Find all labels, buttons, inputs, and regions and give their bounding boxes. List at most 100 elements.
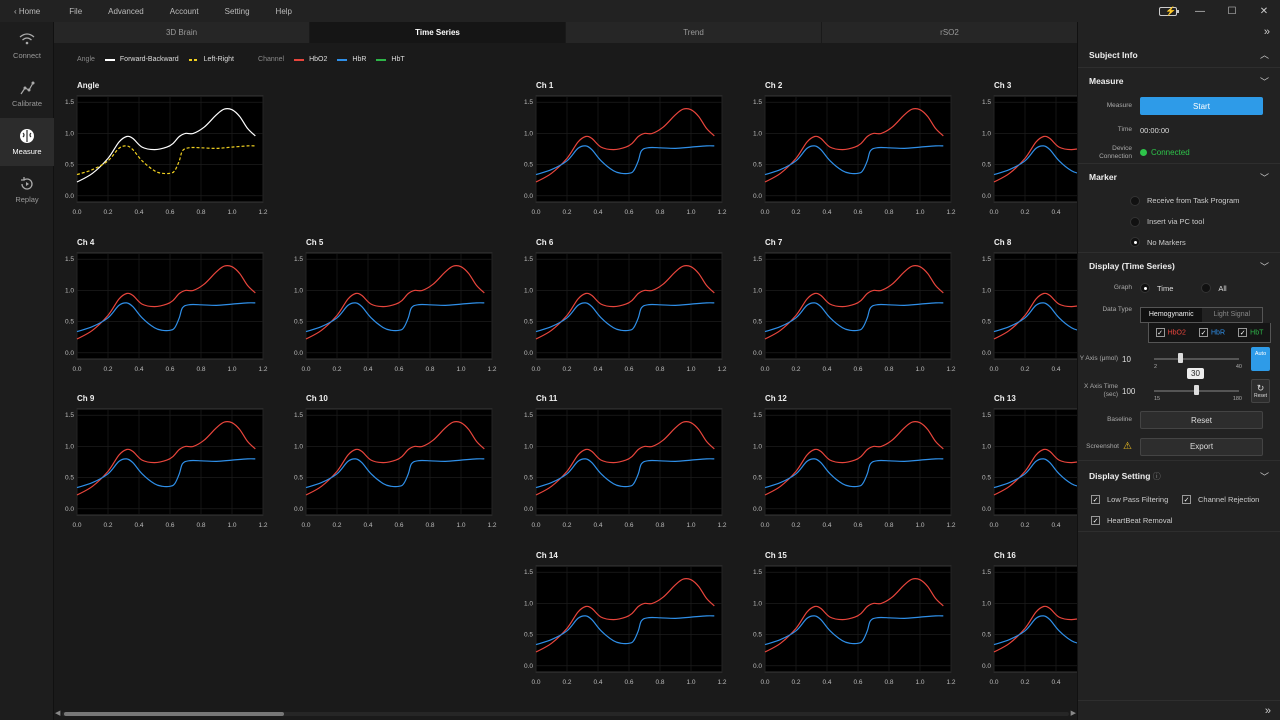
collapse-panel-icon[interactable]: » [1264, 26, 1270, 38]
xaxis-slider[interactable]: 15 180 [1148, 382, 1245, 402]
check-hbo2[interactable]: ✓ HbO2 [1155, 328, 1186, 337]
x-tick-label: 0.2 [332, 366, 341, 373]
chart-ch-15: Ch 15 0.0 0.2 0.4 0.6 0.8 1.0 1.2 0.0 0.5 1.0 1.5 [753, 551, 956, 686]
nav-connect[interactable]: Connect [0, 22, 54, 70]
y-tick-label: 1.5 [753, 569, 762, 576]
radio-graph-all[interactable] [1201, 283, 1212, 293]
x-tick-label: 1.0 [686, 522, 695, 529]
expand-panel-icon[interactable]: » [1265, 705, 1271, 717]
x-tick-label: 0.0 [760, 366, 769, 373]
xaxis-max: 180 [1232, 396, 1242, 402]
x-tick-label: 1.2 [487, 522, 496, 529]
minimize-button[interactable]: — [1184, 0, 1216, 22]
x-tick-label: 0.2 [562, 366, 571, 373]
check-heartbeat-removal[interactable]: ✓ HeartBeat Removal [1091, 516, 1172, 525]
section-subject-info[interactable]: Subject Info ︿ [1078, 42, 1280, 68]
check-channel-rejection[interactable]: ✓ Channel Rejection [1182, 495, 1259, 504]
scroll-thumb[interactable] [64, 712, 284, 716]
x-tick-label: 0.4 [1051, 522, 1060, 529]
check-hbt[interactable]: ✓ HbT [1238, 328, 1263, 337]
check-low-pass[interactable]: ✓ Low Pass Filtering [1091, 495, 1182, 504]
legend-forward-backward-label: Forward-Backward [119, 56, 179, 63]
reset-icon: ↻ [1256, 383, 1265, 393]
baseline-reset-button[interactable]: Reset [1140, 411, 1263, 429]
export-button[interactable]: Export [1140, 437, 1263, 456]
x-tick-label: 0.8 [196, 522, 205, 529]
x-tick-label: 0.2 [562, 522, 571, 529]
yaxis-slider[interactable]: 2 40 [1148, 350, 1245, 370]
x-tick-label: 0.4 [134, 522, 143, 529]
y-tick-label: 1.5 [65, 256, 74, 263]
radio-receive-task[interactable] [1130, 195, 1140, 206]
y-tick-label: 0.5 [753, 319, 762, 326]
x-tick-label: 0.0 [72, 522, 81, 529]
tab-3d-brain[interactable]: 3D Brain [54, 22, 310, 43]
check-low-pass-label: Low Pass Filtering [1107, 495, 1169, 504]
radio-no-markers[interactable] [1130, 237, 1140, 247]
y-tick-label: 1.0 [294, 287, 303, 294]
y-tick-label: 0.0 [65, 350, 74, 357]
x-tick-label: 0.8 [425, 522, 434, 529]
x-tick-label: 1.0 [915, 366, 924, 373]
marker-option-pc[interactable]: Insert via PC tool [1078, 211, 1280, 232]
y-tick-label: 1.0 [65, 443, 74, 450]
y-tick-label: 1.5 [65, 99, 74, 106]
section-display-time-series[interactable]: Display (Time Series) ﹀ [1078, 253, 1280, 279]
nav-calibrate[interactable]: Calibrate [0, 70, 54, 118]
x-tick-label: 1.2 [258, 209, 267, 216]
yaxis-slider-knob[interactable] [1178, 353, 1183, 363]
menu-setting[interactable]: Setting [212, 7, 263, 16]
close-button[interactable]: ✕ [1248, 0, 1280, 22]
maximize-button[interactable]: ☐ [1216, 0, 1248, 22]
nav-measure[interactable]: Measure [0, 118, 54, 166]
radio-insert-pc[interactable] [1130, 216, 1140, 227]
scroll-left-arrow-icon[interactable]: ◀ [55, 709, 60, 717]
chart-title: Ch 11 [536, 394, 558, 403]
x-tick-label: 0.6 [853, 209, 862, 216]
horizontal-scrollbar[interactable]: ◀ ▶ [54, 708, 1077, 720]
marker-option-none[interactable]: No Markers [1078, 232, 1280, 253]
wifi-icon [19, 32, 35, 48]
x-tick-label: 0.8 [655, 522, 664, 529]
start-button[interactable]: Start [1140, 97, 1263, 115]
x-tick-label: 0.0 [989, 366, 998, 373]
menu-account[interactable]: Account [157, 7, 212, 16]
xaxis-value: 100 [1122, 386, 1136, 396]
y-tick-label: 1.0 [524, 130, 533, 137]
menu-help[interactable]: Help [263, 7, 305, 16]
menu-advanced[interactable]: Advanced [95, 7, 157, 16]
tab-trend[interactable]: Trend [566, 22, 822, 43]
x-tick-label: 0.2 [103, 522, 112, 529]
radio-graph-time[interactable] [1140, 283, 1150, 293]
marker-option-task-label: Receive from Task Program [1147, 196, 1240, 205]
auto-button[interactable]: Auto [1251, 347, 1270, 371]
x-tick-label: 0.4 [822, 522, 831, 529]
section-marker[interactable]: Marker ﹀ [1078, 164, 1280, 190]
y-tick-label: 0.0 [294, 506, 303, 513]
tab-time-series[interactable]: Time Series [310, 22, 566, 43]
reset-small-button[interactable]: ↻ Reset [1251, 379, 1270, 403]
tab-hemogynamic[interactable]: Hemogynamic [1141, 308, 1202, 322]
tab-rso2[interactable]: rSO2 [822, 22, 1077, 43]
nav-replay[interactable]: Replay [0, 166, 54, 214]
check-heartbeat-removal-label: HeartBeat Removal [1107, 516, 1173, 525]
datatype-tabs: Hemogynamic Light Signal [1140, 307, 1263, 323]
graph-label: Graph [1113, 284, 1132, 291]
check-hbr[interactable]: ✓ HbR [1199, 328, 1225, 337]
y-tick-label: 1.0 [753, 287, 762, 294]
x-tick-label: 0.4 [1051, 366, 1060, 373]
section-display-setting[interactable]: Display Setting ⓘ ﹀ [1078, 463, 1280, 489]
y-tick-label: 1.0 [65, 287, 74, 294]
x-tick-label: 1.0 [915, 209, 924, 216]
home-button[interactable]: ‹ Home [0, 7, 56, 16]
marker-option-task[interactable]: Receive from Task Program [1078, 190, 1280, 211]
y-tick-label: 0.5 [294, 475, 303, 482]
xaxis-slider-knob[interactable] [1194, 385, 1199, 395]
section-measure[interactable]: Measure ﹀ [1078, 68, 1280, 94]
chart-ch-12: Ch 12 0.0 0.2 0.4 0.6 0.8 1.0 1.2 0.0 0.5 1.0 1.5 [753, 394, 956, 529]
y-tick-label: 0.0 [294, 350, 303, 357]
help-icon[interactable]: ⓘ [1153, 472, 1161, 481]
tab-light-signal[interactable]: Light Signal [1202, 308, 1263, 322]
scroll-right-arrow-icon[interactable]: ▶ [1071, 709, 1076, 717]
menu-file[interactable]: File [56, 7, 95, 16]
